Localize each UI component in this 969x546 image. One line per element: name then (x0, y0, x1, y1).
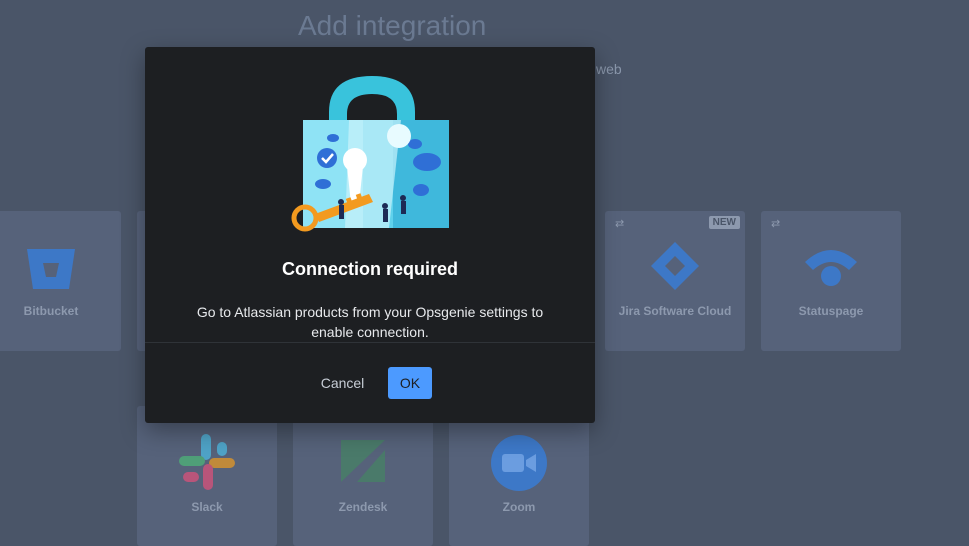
dialog-message: Go to Atlassian products from your Opsge… (196, 304, 544, 340)
integration-card-zoom[interactable]: Zoom (449, 406, 589, 546)
integration-name: Zoom (502, 500, 536, 514)
transfer-icon: ⇄ (771, 218, 781, 230)
cancel-button[interactable]: Cancel (310, 367, 375, 399)
ok-button[interactable]: OK (388, 367, 432, 399)
connection-required-dialog: Connection required Go to Atlassian prod… (145, 47, 595, 423)
zoom-icon (491, 435, 547, 491)
padlock-illustration (291, 76, 449, 232)
bitbucket-icon (27, 249, 75, 289)
statuspage-icon (805, 250, 857, 286)
dialog-divider (145, 342, 595, 343)
integration-card-statuspage[interactable]: ⇄ Statuspage (761, 211, 901, 351)
integration-card-slack[interactable]: Slack (137, 406, 277, 546)
page-title: Add integration (298, 10, 487, 41)
zendesk-icon (341, 440, 385, 482)
integration-name: Slack (191, 500, 223, 514)
integration-name: Statuspage (798, 304, 864, 318)
transfer-icon: ⇄ (615, 218, 625, 230)
integration-card-jira-software-cloud[interactable]: ⇄ NEW Jira Software Cloud (605, 211, 745, 351)
integration-card-bitbucket[interactable]: Bitbucket (0, 211, 121, 351)
slack-icon (179, 434, 235, 490)
jira-software-icon (651, 242, 699, 290)
integration-name: Jira Software Cloud (618, 304, 732, 318)
integration-name: Bitbucket (23, 304, 79, 318)
integration-card-zendesk[interactable]: Zendesk (293, 406, 433, 546)
page-subtitle-fragment: web (596, 61, 622, 77)
integration-name: Zendesk (338, 500, 388, 514)
new-badge: NEW (708, 216, 740, 229)
dialog-title: Connection required (281, 259, 458, 279)
